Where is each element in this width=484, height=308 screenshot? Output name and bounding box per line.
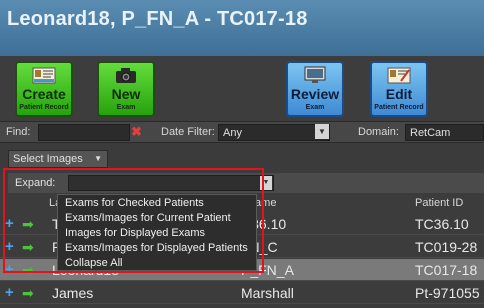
find-label: Find:: [6, 126, 31, 138]
date-filter-value: Any: [223, 127, 242, 139]
patient-record-icon: [32, 67, 56, 84]
menu-item-exams-checked-patients[interactable]: Exams for Checked Patients: [65, 197, 204, 211]
domain-label: Domain:: [358, 126, 399, 138]
edit-patient-record-button[interactable]: Edit Patient Record: [370, 61, 428, 117]
chevron-down-icon: ▼: [94, 154, 102, 163]
expand-plus-icon[interactable]: +: [5, 215, 14, 232]
review-label: Review: [290, 86, 340, 102]
menu-item-exams-images-current-patient[interactable]: Exams/Images for Current Patient: [65, 212, 231, 226]
domain-value: RetCam: [410, 127, 451, 139]
menu-item-collapse-all[interactable]: Collapse All: [65, 257, 122, 271]
date-filter-dropdown-icon[interactable]: ▼: [315, 124, 329, 139]
expand-plus-icon[interactable]: +: [5, 238, 14, 255]
filter-bar: Find: ✖ Date Filter: Any ▼ Domain: RetCa…: [0, 121, 484, 143]
domain-select[interactable]: RetCam: [405, 124, 484, 141]
expand-dropdown-icon[interactable]: ▼: [260, 176, 272, 190]
find-input[interactable]: [38, 124, 130, 141]
menu-item-images-displayed-exams[interactable]: Images for Displayed Exams: [65, 227, 205, 241]
expand-plus-icon[interactable]: +: [5, 261, 14, 278]
open-arrow-icon[interactable]: ➡: [22, 216, 34, 233]
review-exam-button[interactable]: Review Exam: [286, 61, 344, 117]
menu-item-exams-images-displayed-patients[interactable]: Exams/Images for Displayed Patients: [65, 242, 248, 256]
expand-dropdown-menu: Exams for Checked Patients Exams/Images …: [57, 194, 257, 271]
open-arrow-icon[interactable]: ➡: [22, 262, 34, 279]
camera-icon: [116, 68, 136, 83]
select-images-label: Select Images: [13, 153, 83, 165]
cell-patient-id: Pt-971055: [415, 285, 480, 301]
date-filter-label: Date Filter:: [161, 126, 215, 138]
expand-label: Expand:: [15, 177, 56, 189]
edit-sublabel: Patient Record: [374, 104, 424, 111]
cell-patient-id: TC36.10: [415, 216, 469, 232]
title-bar: Leonard18, P_FN_A - TC017-18: [0, 0, 484, 56]
create-label: Create: [22, 86, 66, 102]
cell-patient-id: TC017-18: [415, 262, 478, 278]
date-filter-select[interactable]: Any: [218, 124, 330, 141]
expand-select[interactable]: ▼: [68, 175, 274, 191]
cell-last-name: James: [52, 285, 94, 301]
cell-patient-id: TC019-28: [415, 239, 478, 255]
expand-plus-icon[interactable]: +: [5, 284, 14, 301]
edit-record-icon: [387, 67, 411, 84]
new-exam-button[interactable]: New Exam: [97, 61, 155, 117]
monitor-icon: [304, 66, 326, 83]
clear-find-icon[interactable]: ✖: [130, 125, 143, 139]
new-label: New: [111, 86, 141, 102]
table-row[interactable]: + ➡ James Marshall Pt-971055: [0, 282, 484, 304]
toolbar: Create Patient Record New Exam Review Ex…: [0, 56, 484, 121]
create-sublabel: Patient Record: [19, 104, 69, 111]
review-sublabel: Exam: [305, 104, 325, 111]
expand-row: Expand: ▼: [8, 173, 484, 193]
window-title: Leonard18, P_FN_A - TC017-18: [7, 8, 308, 30]
create-patient-record-button[interactable]: Create Patient Record: [15, 61, 73, 117]
cell-first-name: Marshall: [241, 285, 294, 301]
select-images-dropdown[interactable]: Select Images ▼: [8, 150, 108, 168]
header-patient-id[interactable]: Patient ID: [415, 197, 463, 209]
new-sublabel: Exam: [116, 104, 136, 111]
edit-label: Edit: [385, 86, 413, 102]
open-arrow-icon[interactable]: ➡: [22, 239, 34, 256]
open-arrow-icon[interactable]: ➡: [22, 285, 34, 302]
